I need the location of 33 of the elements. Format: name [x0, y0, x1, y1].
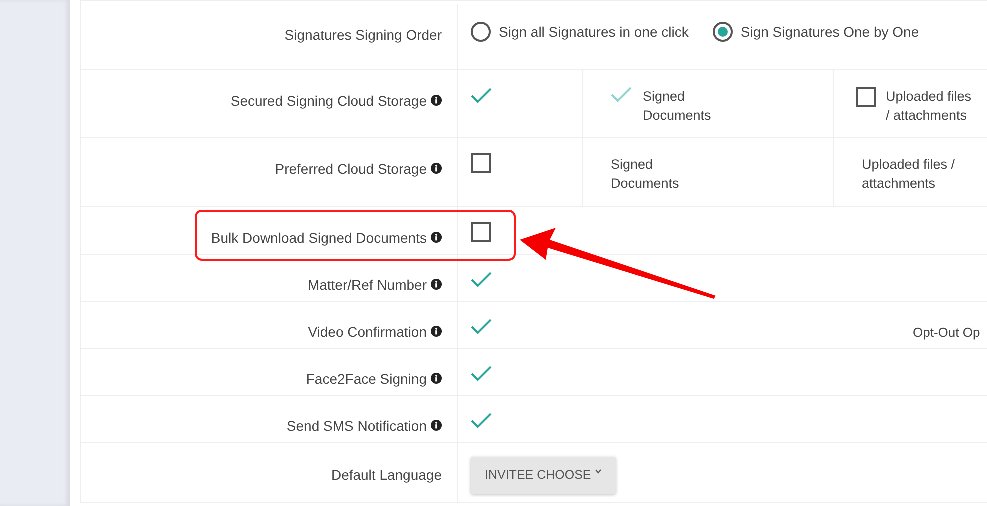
checkbox[interactable]: [856, 87, 876, 107]
setting-label: Video Confirmation: [308, 323, 427, 342]
caret-icon: [595, 469, 602, 476]
info-icon[interactable]: [431, 326, 442, 337]
setting-label: Matter/Ref Number: [308, 276, 427, 295]
info-icon[interactable]: [431, 373, 442, 384]
setting-label: Secured Signing Cloud Storage: [230, 92, 427, 111]
checkbox[interactable]: [471, 153, 491, 173]
language-dropdown[interactable]: INVITEE CHOOSE: [471, 457, 616, 494]
checkmark-icon[interactable]: [471, 272, 493, 288]
setting-label: Default Language: [331, 466, 442, 485]
option-label: Uploaded files / attachments: [885, 88, 973, 125]
info-icon[interactable]: [431, 279, 442, 290]
setting-label: Preferred Cloud Storage: [275, 160, 427, 179]
info-icon[interactable]: [431, 95, 442, 106]
radio-option[interactable]: Sign all Signatures in one click: [471, 21, 689, 43]
info-icon[interactable]: [431, 232, 442, 243]
info-icon[interactable]: [431, 420, 442, 431]
checkmark-icon[interactable]: [471, 319, 493, 336]
info-icon[interactable]: [431, 163, 442, 174]
radio-option[interactable]: Sign Signatures One by One: [712, 21, 920, 43]
checkmark-icon[interactable]: [471, 88, 493, 104]
option-label: Signed Documents: [611, 156, 680, 193]
setting-label: Send SMS Notification: [286, 417, 427, 436]
option-label: Uploaded files / attachments: [862, 156, 956, 193]
note-text: Opt-Out Op: [913, 325, 980, 340]
option-label: Signed Documents: [642, 88, 712, 125]
checkmark-icon[interactable]: [471, 366, 493, 382]
checkbox[interactable]: [471, 222, 491, 242]
setting-label: Face2Face Signing: [306, 370, 427, 389]
setting-label: Signatures Signing Order: [284, 26, 442, 45]
setting-label: Bulk Download Signed Documents: [211, 229, 427, 248]
checkmark-icon[interactable]: [471, 413, 493, 430]
